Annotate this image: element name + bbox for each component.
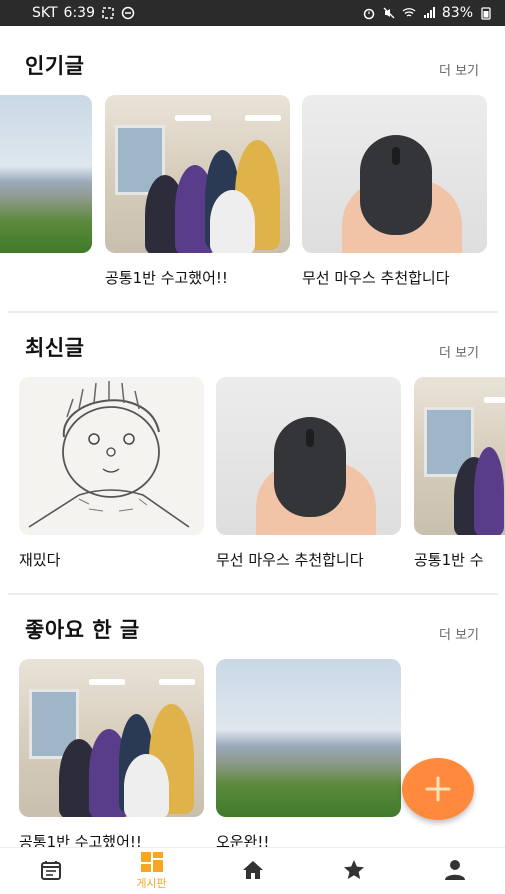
nav-board[interactable]: 게시판 bbox=[102, 848, 202, 894]
popular-section: 인기글 더 보기 공통1반 수고했어!! 무선 마우스 추천합니다 bbox=[0, 26, 505, 314]
latest-section: 최신글 더 보기 재밌다 무선 마우스 추천합니다 공통1반 수 bbox=[0, 308, 505, 596]
board-icon bbox=[140, 852, 163, 872]
post-card[interactable]: 무선 마우스 추천합니다 bbox=[216, 377, 401, 570]
post-thumbnail bbox=[0, 95, 92, 253]
section-title: 좋아요 한 글 bbox=[25, 618, 140, 642]
battery-percent: 83% bbox=[441, 5, 473, 21]
section-title: 최신글 bbox=[25, 336, 85, 360]
add-post-button[interactable] bbox=[402, 758, 474, 820]
carrier-label: SKT bbox=[32, 5, 58, 21]
more-link[interactable]: 더 보기 bbox=[439, 342, 479, 361]
calendar-icon bbox=[40, 861, 61, 880]
mute-icon bbox=[383, 7, 395, 19]
more-link[interactable]: 더 보기 bbox=[439, 60, 479, 79]
alarm-icon bbox=[363, 8, 375, 20]
nav-home[interactable] bbox=[203, 848, 303, 894]
post-card[interactable] bbox=[0, 95, 92, 267]
post-card[interactable]: 공통1반 수고했어!! bbox=[19, 659, 204, 847]
post-card[interactable]: 공통1반 수고했어!! bbox=[105, 95, 290, 288]
battery-icon bbox=[481, 7, 491, 20]
nav-profile[interactable] bbox=[405, 848, 505, 894]
post-thumbnail bbox=[302, 95, 487, 253]
nav-label: 게시판 bbox=[136, 877, 167, 890]
signal-icon bbox=[423, 7, 435, 18]
nav-favorites[interactable] bbox=[304, 848, 404, 894]
post-thumbnail bbox=[216, 377, 401, 535]
home-icon bbox=[242, 861, 263, 879]
clock: 6:39 bbox=[63, 5, 95, 21]
post-caption: 무선 마우스 추천합니다 bbox=[216, 551, 364, 569]
post-thumbnail bbox=[216, 659, 401, 817]
screenshot-icon bbox=[102, 7, 114, 19]
bottom-nav: 게시판 bbox=[0, 847, 505, 894]
section-title: 인기글 bbox=[25, 54, 85, 78]
post-thumbnail bbox=[414, 377, 505, 535]
post-thumbnail bbox=[105, 95, 290, 253]
post-card[interactable]: 무선 마우스 추천합니다 bbox=[302, 95, 487, 288]
plus-icon bbox=[425, 776, 451, 802]
person-icon bbox=[444, 860, 465, 880]
post-caption: 공통1반 수고했어!! bbox=[19, 833, 142, 847]
post-card[interactable]: 공통1반 수 bbox=[414, 377, 505, 570]
post-caption: 재밌다 bbox=[19, 551, 61, 569]
more-link[interactable]: 더 보기 bbox=[439, 624, 479, 643]
wifi-icon bbox=[402, 8, 416, 17]
post-thumbnail bbox=[19, 377, 204, 535]
post-caption: 공통1반 수 bbox=[414, 551, 484, 569]
do-not-disturb-icon bbox=[121, 6, 135, 20]
post-thumbnail bbox=[19, 659, 204, 817]
post-card[interactable]: 오운완!! bbox=[216, 659, 401, 847]
status-bar: SKT 6:39 83% bbox=[0, 0, 505, 26]
nav-calendar[interactable] bbox=[1, 848, 101, 894]
star-icon bbox=[343, 860, 364, 879]
post-caption: 오운완!! bbox=[216, 833, 270, 847]
post-card[interactable]: 재밌다 bbox=[19, 377, 204, 570]
post-caption: 무선 마우스 추천합니다 bbox=[302, 269, 450, 287]
post-caption: 공통1반 수고했어!! bbox=[105, 269, 228, 287]
